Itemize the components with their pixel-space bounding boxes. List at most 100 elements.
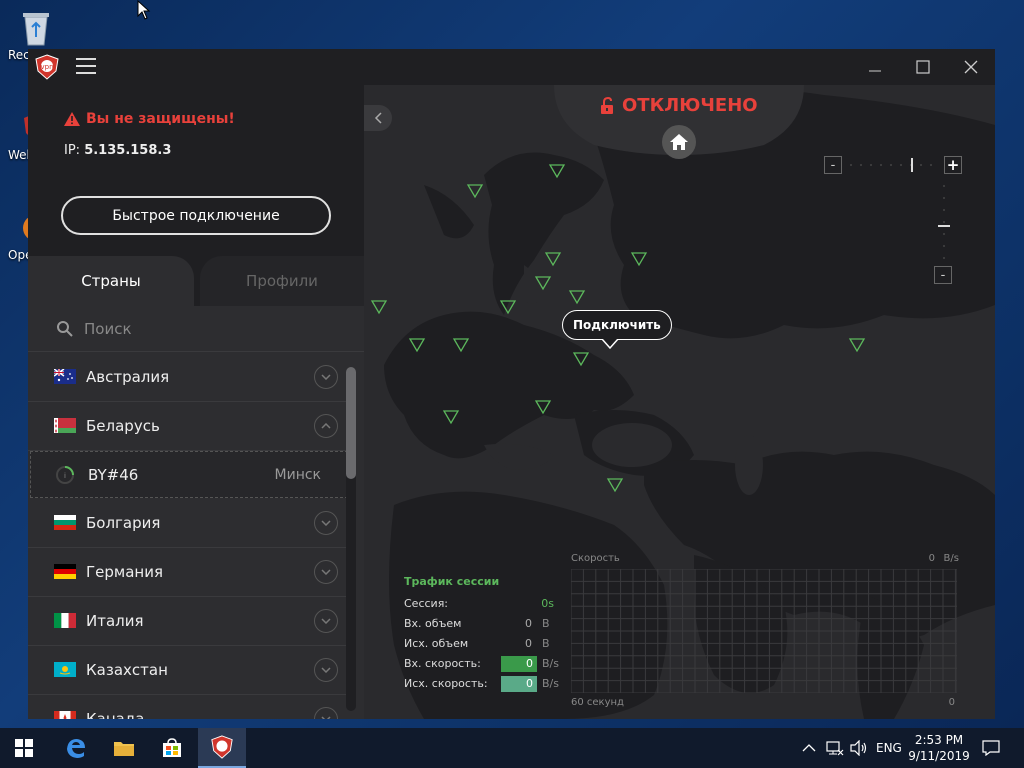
country-list-area: Австралия Беларусь i bbox=[28, 306, 364, 719]
connect-tooltip[interactable]: Подключить bbox=[562, 310, 672, 340]
country-row-canada[interactable]: Канада bbox=[28, 695, 348, 719]
graph-speed-value: 0 bbox=[928, 553, 935, 564]
tray-chevron-up-icon[interactable] bbox=[802, 728, 816, 768]
server-row-by46[interactable]: i BY#46 Минск bbox=[30, 451, 348, 498]
network-icon[interactable] bbox=[826, 728, 844, 768]
close-icon bbox=[964, 60, 978, 74]
taskbar-edge[interactable] bbox=[52, 728, 100, 768]
system-clock[interactable]: 2:53 PM 9/11/2019 bbox=[906, 732, 972, 764]
scrollbar-thumb[interactable] bbox=[346, 367, 356, 479]
server-name: BY#46 bbox=[88, 465, 139, 484]
chevron-down-icon bbox=[321, 520, 331, 526]
country-name: Болгария bbox=[86, 514, 161, 532]
stat-value: 0s bbox=[541, 597, 554, 610]
stat-value: 0 bbox=[501, 676, 537, 692]
stat-value: 0 bbox=[501, 656, 537, 672]
clock-date: 9/11/2019 bbox=[908, 749, 970, 763]
expand-button[interactable] bbox=[314, 560, 338, 584]
left-panel: Вы не защищены! IP: 5.135.158.3 Быстрое … bbox=[28, 85, 364, 719]
tab-countries[interactable]: Страны bbox=[28, 256, 194, 306]
maximize-button[interactable] bbox=[899, 49, 947, 85]
quick-connect-button[interactable]: Быстрое подключение bbox=[61, 196, 331, 235]
stat-unit: B bbox=[542, 637, 550, 650]
home-location-button[interactable] bbox=[662, 125, 696, 159]
expand-button[interactable] bbox=[314, 511, 338, 535]
graph-speed-unit: B/s bbox=[943, 553, 959, 564]
warning-text: Вы не защищены! bbox=[86, 111, 235, 127]
zoom-vertical-minus-button[interactable]: - bbox=[934, 266, 952, 284]
recycle-bin-icon bbox=[16, 8, 56, 48]
chevron-down-icon bbox=[321, 618, 331, 624]
country-row-bulgaria[interactable]: Болгария bbox=[28, 499, 348, 548]
session-traffic-panel: Трафик сессии Сессия: 0s Вх. объем 0 B И… bbox=[404, 575, 564, 694]
ip-address: IP: 5.135.158.3 bbox=[64, 143, 171, 158]
stat-in-volume: Вх. объем 0 B bbox=[404, 614, 564, 634]
start-button[interactable] bbox=[0, 728, 48, 768]
expand-button[interactable] bbox=[314, 609, 338, 633]
world-map[interactable]: ОТКЛЮЧЕНО Подключить - + - Трафик сессии… bbox=[364, 85, 995, 719]
graph-title: Скорость bbox=[571, 553, 620, 564]
country-row-kazakhstan[interactable]: Казахстан bbox=[28, 646, 348, 695]
country-name: Казахстан bbox=[86, 661, 168, 679]
country-name: Австралия bbox=[86, 368, 170, 386]
stat-value: 0 bbox=[525, 637, 532, 650]
collapse-button[interactable] bbox=[314, 414, 338, 438]
loading-spinner-icon: i bbox=[56, 466, 74, 484]
taskbar: ENG 2:53 PM 9/11/2019 bbox=[0, 728, 1024, 768]
country-list: Австралия Беларусь i BY#46 Минск Болгари… bbox=[28, 353, 348, 719]
stat-in-speed: Вх. скорость: 0 B/s bbox=[404, 654, 564, 674]
country-row-belarus[interactable]: Беларусь bbox=[28, 402, 348, 451]
stat-label: Вх. объем bbox=[404, 617, 462, 630]
server-city: Минск bbox=[274, 466, 321, 483]
menu-icon[interactable] bbox=[76, 58, 96, 76]
bulgaria-flag-icon bbox=[54, 515, 76, 530]
country-name: Италия bbox=[86, 612, 144, 630]
taskbar-vpn-app[interactable] bbox=[198, 728, 246, 768]
country-row-australia[interactable]: Австралия bbox=[28, 353, 348, 402]
unlock-icon bbox=[601, 96, 613, 114]
speed-graph: Скорость 0 B/s 60 секунд 0 bbox=[569, 553, 959, 713]
zoom-in-button[interactable]: + bbox=[944, 156, 962, 174]
stat-label: Исх. объем bbox=[404, 637, 469, 650]
stat-unit: B bbox=[542, 617, 550, 630]
stat-label: Вх. скорость: bbox=[404, 657, 481, 670]
edge-icon bbox=[67, 739, 85, 758]
stat-out-volume: Исх. объем 0 B bbox=[404, 634, 564, 654]
country-name: Канада bbox=[86, 710, 145, 719]
tabs: Страны Профили bbox=[28, 256, 364, 306]
vpn-logo-icon: vpn bbox=[34, 54, 60, 80]
italy-flag-icon bbox=[54, 613, 76, 628]
stat-value: 0 bbox=[525, 617, 532, 630]
country-row-germany[interactable]: Германия bbox=[28, 548, 348, 597]
ip-value: 5.135.158.3 bbox=[84, 143, 172, 158]
chevron-up-icon bbox=[321, 423, 331, 429]
expand-button[interactable] bbox=[314, 365, 338, 389]
country-row-italy[interactable]: Италия bbox=[28, 597, 348, 646]
svg-text:vpn: vpn bbox=[40, 63, 53, 71]
list-scrollbar[interactable] bbox=[346, 367, 356, 711]
tab-profiles[interactable]: Профили bbox=[200, 256, 364, 306]
vpn-shield-icon bbox=[211, 735, 233, 759]
chevron-down-icon bbox=[321, 569, 331, 575]
expand-button[interactable] bbox=[314, 707, 338, 719]
germany-flag-icon bbox=[54, 564, 76, 579]
zoom-out-button[interactable]: - bbox=[824, 156, 842, 174]
minimize-button[interactable] bbox=[851, 49, 899, 85]
windows-icon bbox=[15, 739, 33, 757]
taskbar-file-explorer[interactable] bbox=[100, 728, 148, 768]
notifications-icon[interactable] bbox=[982, 728, 1000, 768]
volume-icon[interactable] bbox=[850, 728, 868, 768]
expand-button[interactable] bbox=[314, 658, 338, 682]
taskbar-store[interactable] bbox=[148, 728, 196, 768]
language-indicator[interactable]: ENG bbox=[876, 728, 902, 768]
tooltip-pointer bbox=[602, 339, 618, 349]
home-icon bbox=[670, 134, 688, 150]
collapse-panel-button[interactable] bbox=[364, 105, 392, 131]
kazakhstan-flag-icon bbox=[54, 662, 76, 677]
minimize-icon bbox=[869, 70, 881, 72]
close-button[interactable] bbox=[947, 49, 995, 85]
graph-grid bbox=[571, 569, 957, 693]
search-input[interactable] bbox=[84, 319, 314, 338]
stat-label: Исх. скорость: bbox=[404, 677, 488, 690]
stat-label: Сессия: bbox=[404, 597, 449, 610]
